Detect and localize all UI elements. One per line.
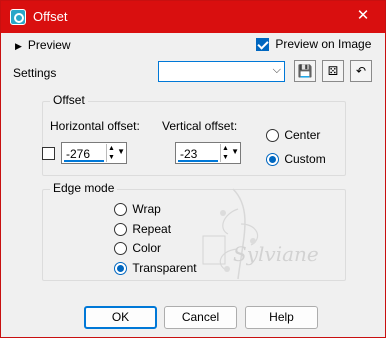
ok-button[interactable]: OK xyxy=(84,306,157,329)
cancel-button[interactable]: Cancel xyxy=(164,306,237,329)
radio-unchecked-icon xyxy=(114,242,127,256)
randomize-button[interactable]: ⚄ xyxy=(322,60,344,82)
save-icon: 💾 xyxy=(297,64,313,78)
offset-dialog: Offset ✕ ▶ Preview Preview on Image Setti… xyxy=(0,0,386,338)
custom-radio[interactable]: Custom xyxy=(266,152,326,167)
horizontal-offset-value: -276 xyxy=(66,147,91,161)
dropdown-arrow-icon[interactable]: ▼ xyxy=(231,147,239,156)
edge-repeat-label: Repeat xyxy=(132,222,172,236)
title-bar: Offset ✕ xyxy=(1,1,385,33)
dice-icon: ⚄ xyxy=(327,64,339,78)
save-preset-button[interactable]: 💾 xyxy=(294,60,316,82)
offset-group-label: Offset xyxy=(50,93,88,107)
vertical-offset-spinner[interactable]: -23 ▲ ▼ ▼ xyxy=(175,142,241,164)
edge-color-radio[interactable]: Color xyxy=(114,241,162,256)
edge-color-label: Color xyxy=(132,241,162,255)
preview-on-image-label: Preview on Image xyxy=(275,37,372,51)
center-radio[interactable]: Center xyxy=(266,128,321,143)
reset-button[interactable]: ↶ xyxy=(350,60,372,82)
close-button[interactable]: ✕ xyxy=(341,1,385,33)
preview-label: Preview xyxy=(27,38,71,52)
settings-preset-combo[interactable]: ⌵ xyxy=(158,61,285,82)
horizontal-offset-label: Horizontal offset: xyxy=(50,119,140,133)
chevron-down-icon: ⌵ xyxy=(272,64,281,76)
focus-underline xyxy=(178,160,218,162)
radio-unchecked-icon xyxy=(266,129,279,143)
vertical-offset-label: Vertical offset: xyxy=(162,119,238,133)
vertical-offset-value: -23 xyxy=(180,147,198,161)
edge-repeat-radio[interactable]: Repeat xyxy=(114,222,172,237)
checkbox-unchecked-icon xyxy=(42,147,55,161)
focus-underline xyxy=(64,160,104,162)
settings-label: Settings xyxy=(13,66,57,80)
edge-wrap-radio[interactable]: Wrap xyxy=(114,202,161,217)
checkbox-checked-icon xyxy=(256,38,269,52)
preview-on-image-checkbox[interactable]: Preview on Image xyxy=(256,37,372,52)
center-label: Center xyxy=(284,128,321,142)
custom-label: Custom xyxy=(284,152,326,166)
edge-mode-group-label: Edge mode xyxy=(50,181,118,195)
edge-wrap-label: Wrap xyxy=(132,202,161,216)
chevron-right-icon: ▶ xyxy=(15,41,22,51)
app-icon xyxy=(10,9,26,25)
radio-checked-icon xyxy=(114,262,127,276)
radio-checked-icon xyxy=(266,153,279,167)
edge-transparent-radio[interactable]: Transparent xyxy=(114,261,197,276)
link-checkbox[interactable] xyxy=(42,146,55,161)
horizontal-offset-spinner[interactable]: -276 ▲ ▼ ▼ xyxy=(61,142,127,164)
reset-icon: ↶ xyxy=(355,64,367,78)
radio-unchecked-icon xyxy=(114,203,127,217)
watermark-logo: Sylviane xyxy=(202,188,319,280)
preview-toggle[interactable]: ▶ Preview xyxy=(15,38,71,52)
dropdown-arrow-icon[interactable]: ▼ xyxy=(117,147,125,156)
spin-arrows-icon[interactable]: ▲ ▼ xyxy=(106,144,116,162)
spin-arrows-icon[interactable]: ▲ ▼ xyxy=(220,144,230,162)
help-button[interactable]: Help xyxy=(245,306,318,329)
radio-unchecked-icon xyxy=(114,223,127,237)
watermark-text: Sylviane xyxy=(233,242,319,266)
edge-transparent-label: Transparent xyxy=(132,261,197,275)
window-title: Offset xyxy=(33,9,68,24)
